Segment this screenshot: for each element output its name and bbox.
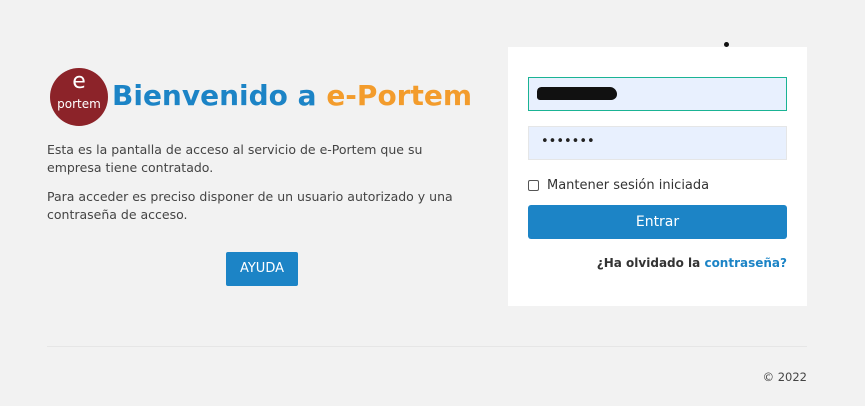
intro-paragraph-2: Para acceder es preciso disponer de un u… (47, 189, 453, 222)
title-brand: e-Portem (326, 79, 473, 112)
title-prefix: Bienvenido a (112, 79, 327, 112)
logo: e portem (50, 68, 108, 126)
username-input[interactable] (528, 77, 787, 111)
logo-word: portem (57, 97, 101, 111)
remember-me[interactable]: Mantener sesión iniciada (528, 177, 709, 193)
footer-divider (47, 346, 807, 347)
logo-letter: e (72, 69, 86, 94)
redacted-username (537, 87, 617, 100)
page-title: Bienvenido a e-Portem (112, 76, 472, 116)
forgot-password-link[interactable]: contraseña? (704, 256, 787, 270)
copyright: © 2022 (762, 370, 807, 384)
password-input[interactable]: ••••••• (528, 126, 787, 160)
forgot-prefix: ¿Ha olvidado la (596, 256, 705, 270)
remember-label: Mantener sesión iniciada (547, 177, 710, 193)
login-button[interactable]: Entrar (528, 205, 787, 239)
password-mask: ••••••• (541, 134, 595, 149)
forgot-password: ¿Ha olvidado la contraseña? (597, 256, 787, 270)
help-button[interactable]: AYUDA (226, 252, 298, 286)
intro-paragraph-1: Esta es la pantalla de acceso al servici… (47, 142, 423, 175)
login-panel: ••••••• Mantener sesión iniciada Entrar … (508, 47, 807, 306)
remember-checkbox[interactable] (528, 179, 539, 191)
